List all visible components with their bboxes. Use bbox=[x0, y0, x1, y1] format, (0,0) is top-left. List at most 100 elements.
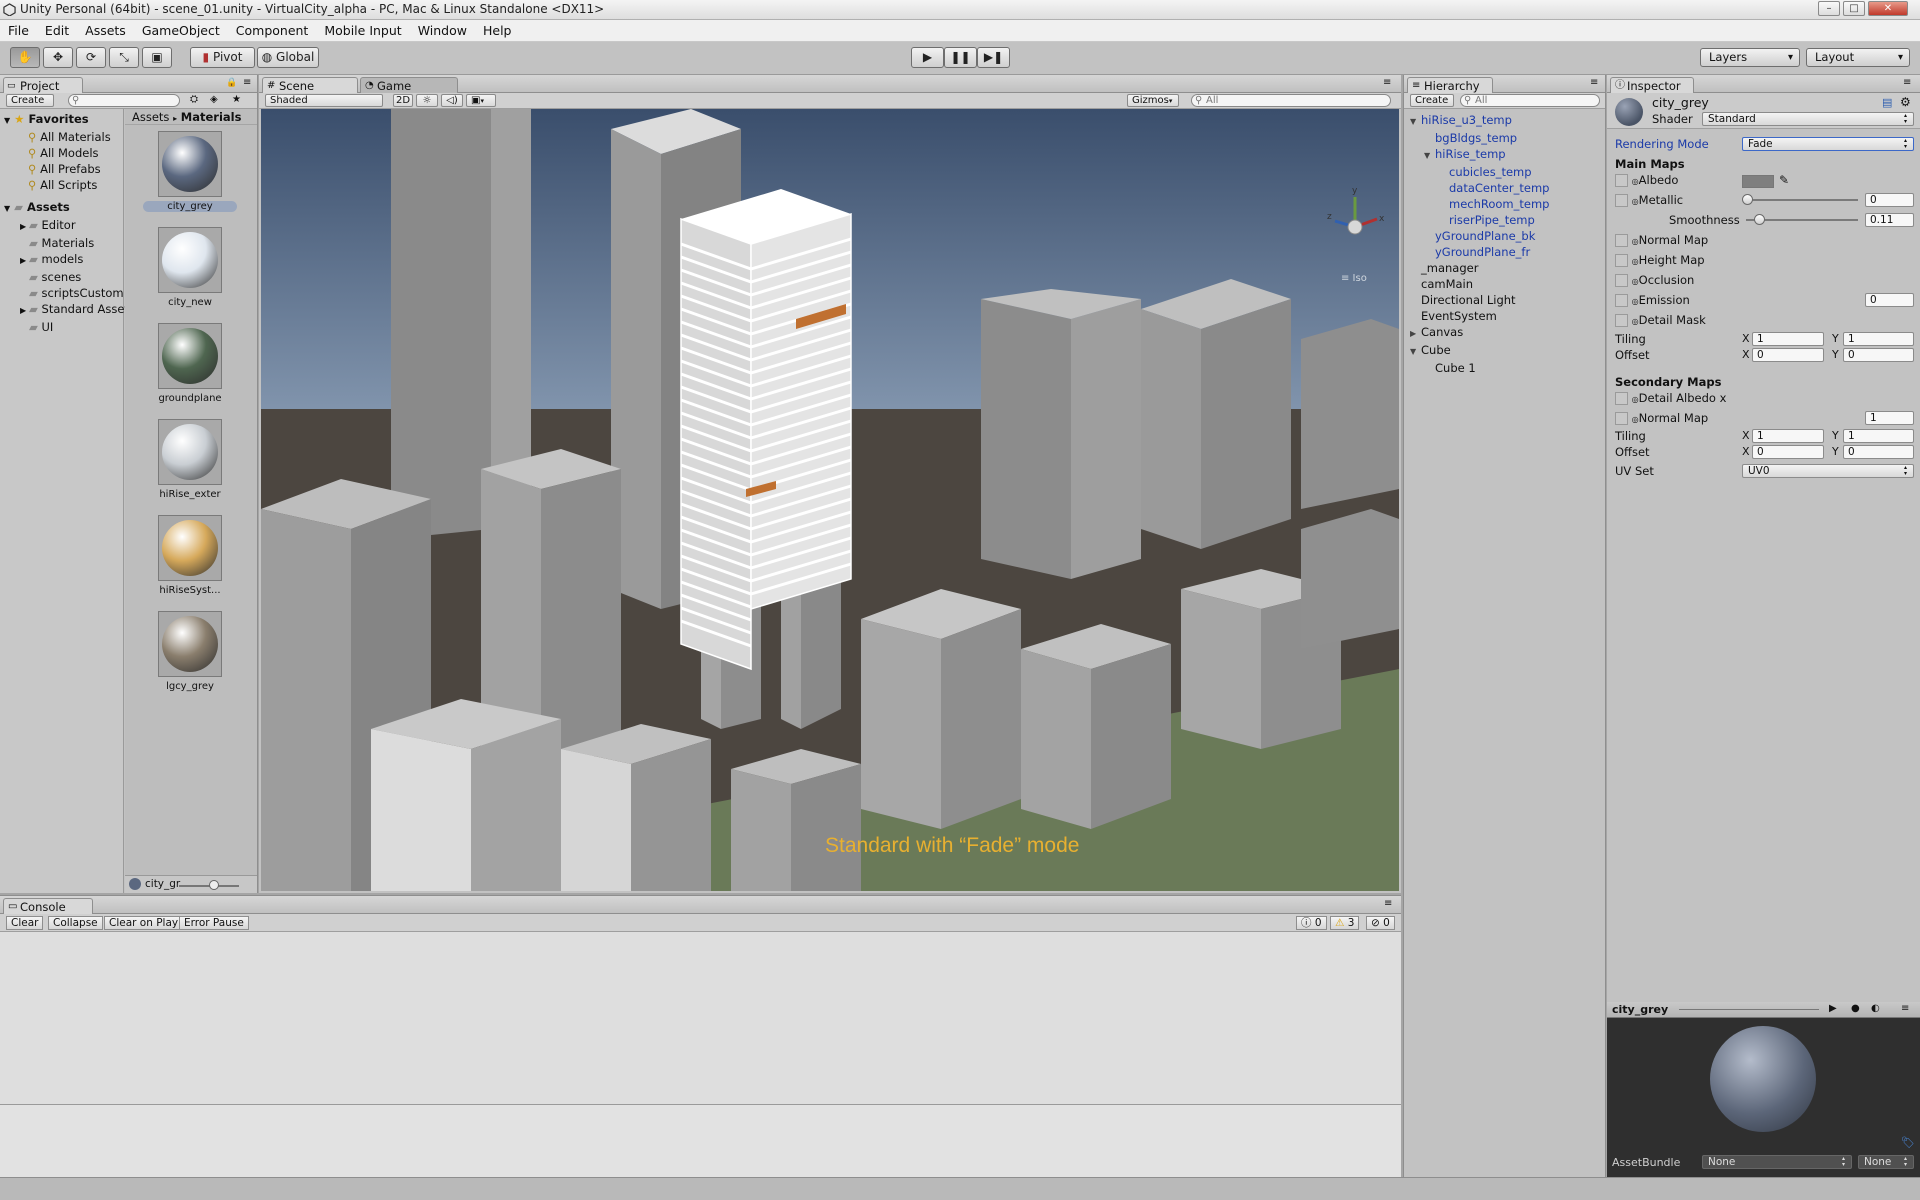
favorite-star-icon[interactable]: ★ bbox=[232, 94, 241, 105]
layers-dropdown[interactable]: Layers bbox=[1700, 48, 1800, 67]
effects-dropdown[interactable]: ▣▾ bbox=[466, 94, 496, 107]
panel-menu-icon[interactable]: ≡ bbox=[1903, 77, 1911, 88]
close-button[interactable]: ✕ bbox=[1868, 1, 1908, 16]
secondary-normal-scale-field[interactable]: 1 bbox=[1865, 411, 1914, 425]
favorite-item-all-materials[interactable]: ⚲ All Materials bbox=[0, 129, 123, 145]
hierarchy-item[interactable]: ▼ hiRise_u3_temp bbox=[1404, 112, 1605, 130]
panel-menu-icon[interactable]: ≡ bbox=[1383, 77, 1391, 88]
object-picker-icon[interactable]: ◎ bbox=[1632, 415, 1639, 424]
clear-on-play-button[interactable]: Clear on Play bbox=[104, 916, 184, 930]
project-search-input[interactable]: ⚲ bbox=[68, 94, 180, 107]
menu-file[interactable]: File bbox=[0, 20, 37, 40]
secondary-tiling-y-field[interactable]: 1 bbox=[1843, 429, 1914, 443]
global-toggle[interactable]: ◍ Global bbox=[257, 47, 319, 68]
pivot-toggle[interactable]: ▮ Pivot bbox=[190, 47, 255, 68]
texture-slot[interactable] bbox=[1615, 174, 1628, 187]
tab-hierarchy[interactable]: ≡ Hierarchy bbox=[1407, 77, 1493, 94]
offset-x-field[interactable]: 0 bbox=[1752, 348, 1824, 362]
tab-scene[interactable]: # Scene bbox=[262, 77, 358, 94]
offset-y-field[interactable]: 0 bbox=[1843, 348, 1914, 362]
secondary-tiling-x-field[interactable]: 1 bbox=[1752, 429, 1824, 443]
pause-button[interactable]: ❚❚ bbox=[944, 47, 977, 68]
error-filter-toggle[interactable]: ⊘ 0 bbox=[1366, 916, 1395, 930]
tab-console[interactable]: ▭ Console bbox=[3, 898, 93, 915]
asset-folder-item[interactable]: ▰ scriptsCustom bbox=[0, 285, 124, 301]
texture-slot[interactable] bbox=[1615, 392, 1628, 405]
texture-slot[interactable] bbox=[1615, 254, 1628, 267]
menu-assets[interactable]: Assets bbox=[77, 20, 134, 40]
tab-project[interactable]: ▭ Project bbox=[3, 77, 83, 94]
material-preview-sphere[interactable] bbox=[1710, 1026, 1816, 1132]
hierarchy-item[interactable]: yGroundPlane_fr bbox=[1404, 244, 1605, 260]
hierarchy-item[interactable]: riserPipe_temp bbox=[1404, 212, 1605, 228]
texture-slot[interactable] bbox=[1615, 294, 1628, 307]
project-create-dropdown[interactable]: Create bbox=[6, 94, 54, 107]
panel-menu-icon[interactable]: ≡ bbox=[243, 77, 251, 88]
scale-tool-button[interactable]: ⤡ bbox=[109, 47, 139, 68]
hierarchy-item[interactable]: ▼ hiRise_temp bbox=[1404, 146, 1605, 164]
hierarchy-item[interactable]: mechRoom_temp bbox=[1404, 196, 1605, 212]
error-pause-button[interactable]: Error Pause bbox=[179, 916, 249, 930]
hierarchy-create-dropdown[interactable]: Create bbox=[1410, 94, 1454, 107]
metallic-slider[interactable] bbox=[1742, 193, 1862, 207]
maximize-button[interactable]: □ bbox=[1843, 1, 1865, 16]
favorite-item-all-prefabs[interactable]: ⚲ All Prefabs bbox=[0, 161, 123, 177]
preview-sphere-icon[interactable]: ● bbox=[1851, 1003, 1860, 1014]
hierarchy-item[interactable]: Cube 1 bbox=[1404, 360, 1605, 376]
info-filter-toggle[interactable]: ⓘ 0 bbox=[1296, 916, 1327, 930]
warning-filter-toggle[interactable]: ⚠ 3 bbox=[1330, 916, 1360, 930]
eyedropper-icon[interactable]: ✎ bbox=[1779, 173, 1789, 187]
gear-icon[interactable]: ⚙ bbox=[1900, 95, 1911, 109]
smoothness-slider-knob[interactable] bbox=[1753, 214, 1765, 225]
gizmos-dropdown[interactable]: Gizmos▾ bbox=[1127, 94, 1179, 107]
expand-arrow-icon[interactable]: ▶ bbox=[20, 219, 29, 235]
minimize-button[interactable]: – bbox=[1818, 1, 1840, 16]
preview-light-icon[interactable]: ◐ bbox=[1871, 1003, 1880, 1014]
menu-gameobject[interactable]: GameObject bbox=[134, 20, 228, 40]
panel-menu-icon[interactable]: ≡ bbox=[1590, 77, 1598, 88]
asset-folder-item[interactable]: ▶ ▰ models bbox=[0, 251, 123, 269]
smoothness-slider[interactable] bbox=[1742, 213, 1862, 227]
object-picker-icon[interactable]: ◎ bbox=[1632, 197, 1639, 206]
clear-button[interactable]: Clear bbox=[6, 916, 44, 930]
smoothness-field[interactable]: 0.11 bbox=[1865, 213, 1914, 227]
shading-mode-dropdown[interactable]: Shaded bbox=[265, 94, 383, 107]
play-button[interactable]: ▶ bbox=[911, 47, 944, 68]
material-thumbnail[interactable] bbox=[158, 515, 222, 581]
asset-folder-item[interactable]: ▶ ▰ Editor bbox=[0, 217, 123, 235]
material-thumbnail[interactable] bbox=[158, 227, 222, 293]
preview-drag-handle[interactable] bbox=[1679, 1009, 1819, 1010]
object-picker-icon[interactable]: ◎ bbox=[1632, 237, 1639, 246]
texture-slot[interactable] bbox=[1615, 234, 1628, 247]
assetbundle-dropdown[interactable]: None bbox=[1702, 1155, 1852, 1169]
label-tag-icon[interactable]: 🏷 bbox=[1901, 1136, 1915, 1149]
menu-component[interactable]: Component bbox=[228, 20, 317, 40]
asset-folder-item[interactable]: ▰ scenes bbox=[0, 269, 123, 285]
hierarchy-item[interactable]: EventSystem bbox=[1404, 308, 1605, 324]
breadcrumb-materials[interactable]: Materials bbox=[181, 110, 242, 124]
object-picker-icon[interactable]: ◎ bbox=[1632, 257, 1639, 266]
favorite-item-all-scripts[interactable]: ⚲ All Scripts bbox=[0, 177, 123, 193]
scene-search-input[interactable]: ⚲ All bbox=[1191, 94, 1391, 107]
uv-set-dropdown[interactable]: UV0 bbox=[1742, 464, 1914, 478]
expand-arrow-icon[interactable]: ▼ bbox=[1410, 344, 1421, 360]
hierarchy-item[interactable]: ▼ Cube bbox=[1404, 342, 1605, 360]
assetbundle-variant-dropdown[interactable]: None bbox=[1858, 1155, 1914, 1169]
tiling-y-field[interactable]: 1 bbox=[1843, 332, 1914, 346]
expand-arrow-icon[interactable]: ▼ bbox=[1410, 114, 1421, 130]
layout-dropdown[interactable]: Layout bbox=[1806, 48, 1910, 67]
expand-arrow-icon[interactable]: ▼ bbox=[1424, 148, 1435, 164]
expand-arrow-icon[interactable]: ▶ bbox=[20, 303, 29, 319]
texture-slot[interactable] bbox=[1615, 274, 1628, 287]
hierarchy-item[interactable]: yGroundPlane_bk bbox=[1404, 228, 1605, 244]
panel-menu-icon[interactable]: ≡ bbox=[1384, 898, 1392, 909]
projection-label[interactable]: ≡ Iso bbox=[1341, 273, 1367, 284]
metallic-field[interactable]: 0 bbox=[1865, 193, 1914, 207]
favorites-header[interactable]: ▼ ★ Favorites bbox=[0, 111, 123, 129]
material-thumbnail[interactable] bbox=[158, 611, 222, 677]
menu-help[interactable]: Help bbox=[475, 20, 520, 40]
asset-folder-item[interactable]: ▰ Materials bbox=[0, 235, 123, 251]
hand-tool-button[interactable]: ✋ bbox=[10, 47, 40, 68]
expand-arrow-icon[interactable]: ▶ bbox=[20, 253, 29, 269]
hierarchy-item[interactable]: cubicles_temp bbox=[1404, 164, 1605, 180]
